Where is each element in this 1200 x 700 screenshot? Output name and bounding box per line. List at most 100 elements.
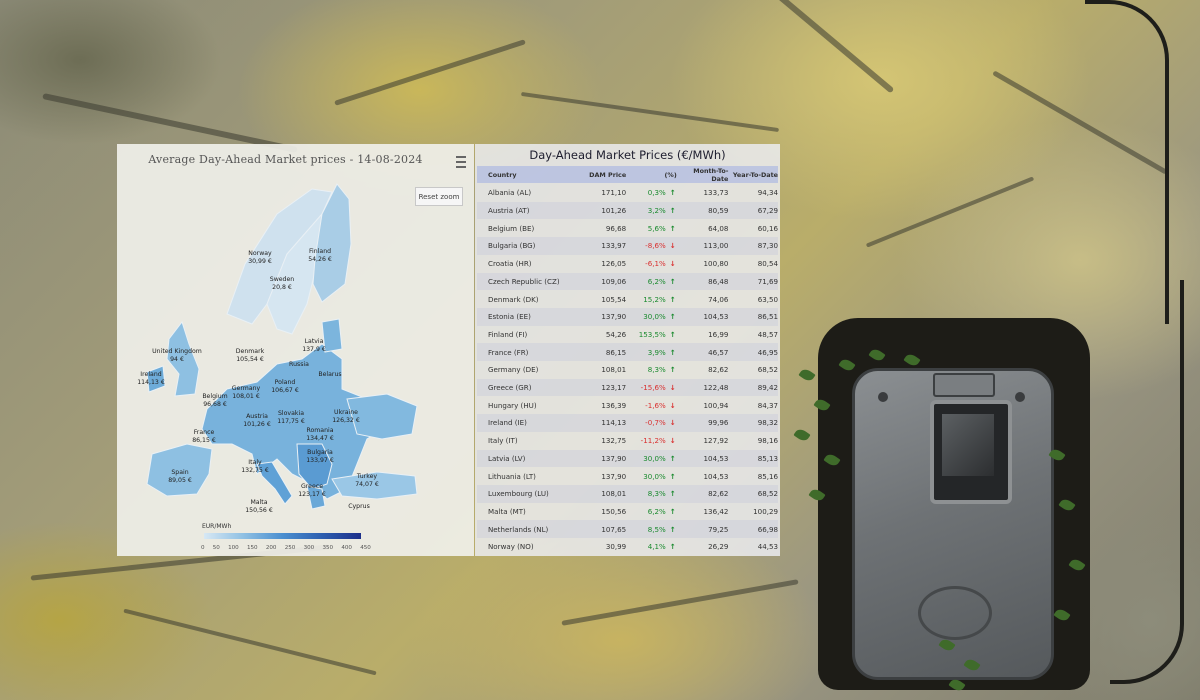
table-row[interactable]: Latvia (LV) 137,90 30,0% ↑ 104,53 85,13 [477,449,778,468]
cell-country: Luxembourg (LU) [488,489,549,499]
table-row[interactable]: Bulgaria (BG) 133,97 -8,6% ↓ 113,00 87,30 [477,237,778,255]
cell-year-to-date: 85,13 [757,453,778,463]
cell-month-to-date: 100,80 [703,259,729,269]
cell-month-to-date: 99,96 [708,418,729,428]
cell-country: Czech Republic (CZ) [488,276,560,286]
header-year-to-date[interactable]: Year-To-Date [728,171,778,179]
percent-value: -0,7% [645,418,666,428]
hamburger-menu-icon[interactable] [456,156,466,168]
arrow-down-icon: ↓ [669,436,676,446]
legend-title: EUR/MWh [202,523,232,530]
price-map-panel: Norway 30,99 € Finland 54,26 € Sweden 20,8 € L… [117,144,474,556]
table-row[interactable]: Malta (MT) 150,56 6,2% ↑ 136,42 100,29 [477,503,778,521]
reset-zoom-button[interactable]: Reset zoom [415,187,463,206]
percent-value: 8,3% [647,365,666,375]
header-country[interactable]: Country [477,171,578,179]
arrow-down-icon: ↓ [669,241,676,251]
map-value-finland: 54,26 € [308,256,332,263]
cell-dam-price: 107,65 [601,524,627,534]
cell-month-to-date: 133,73 [703,188,729,198]
table-row[interactable]: Czech Republic (CZ) 109,06 6,2% ↑ 86,48 71,69 [477,272,778,291]
arrow-up-icon: ↑ [669,542,676,552]
arrow-up-icon: ↑ [669,453,676,463]
cell-dam-price: 133,97 [601,241,627,251]
map-value-belgium: 96,68 € [203,401,227,408]
cell-year-to-date: 94,34 [757,188,778,198]
table-row[interactable]: Ireland (IE) 114,13 -0,7% ↓ 99,96 98,32 [477,414,778,432]
cell-year-to-date: 84,37 [757,400,778,410]
cell-dam-price: 150,56 [601,506,627,516]
cell-percent: 6,2% ↑ [626,277,679,286]
cell-month-to-date: 16,99 [708,329,729,339]
map-value-italy: 132,75 € [241,467,269,474]
map-label-italy: Italy [248,459,262,466]
table-row[interactable]: Denmark (DK) 105,54 15,2% ↑ 74,06 63,50 [477,290,778,308]
table-row[interactable]: Finland (FI) 54,26 153,5% ↑ 16,99 48,57 [477,326,778,344]
cell-dam-price: 105,54 [601,294,627,304]
cell-year-to-date: 98,32 [757,418,778,428]
cell-country: Germany (DE) [488,365,539,375]
percent-value: 30,0% [643,471,666,481]
map-value-bulgaria: 133,97 € [306,457,334,464]
legend-ticks: 0 50 100 150 200 250 300 350 400 450 [201,545,371,551]
table-row[interactable]: Germany (DE) 108,01 8,3% ↑ 82,62 68,52 [477,361,778,379]
table-row[interactable]: Austria (AT) 101,26 3,2% ↑ 80,59 67,29 [477,201,778,220]
table-row[interactable]: Estonia (EE) 137,90 30,0% ↑ 104,53 86,51 [477,307,778,326]
legend-tick: 0 [201,545,205,551]
meter-screw [1015,392,1025,402]
cell-dam-price: 108,01 [601,489,627,499]
table-row[interactable]: Greece (GR) 123,17 -15,6% ↓ 122,48 89,42 [477,378,778,397]
table-row[interactable]: Albania (AL) 171,10 0,3% ↑ 133,73 94,34 [477,184,778,202]
cell-dam-price: 126,05 [601,259,627,269]
map-label-russia: Russia [289,361,309,368]
table-header-row: Country DAM Price (%) Month-To-Date Year… [477,166,778,183]
map-label-belarus: Belarus [318,371,341,378]
cell-country: Albania (AL) [488,188,532,198]
arrow-up-icon: ↑ [669,347,676,357]
map-label-turkey: Turkey [356,473,377,480]
table-title: Day-Ahead Market Prices (€/MWh) [529,148,726,162]
cell-dam-price: 108,01 [601,365,627,375]
cell-country: France (FR) [488,347,529,357]
arrow-down-icon: ↓ [669,383,676,393]
table-row[interactable]: France (FR) 86,15 3,9% ↑ 46,57 46,95 [477,343,778,361]
map-label-cyprus: Cyprus [348,503,370,510]
map-label-finland: Finland [309,248,331,255]
cell-percent: 30,0% ↑ [626,472,679,481]
table-row[interactable]: Hungary (HU) 136,39 -1,6% ↓ 100,94 84,37 [477,396,778,414]
arrow-up-icon: ↑ [669,489,676,499]
cell-year-to-date: 66,98 [757,524,778,534]
header-dam-price[interactable]: DAM Price [578,171,626,179]
cell-dam-price: 137,90 [601,453,627,463]
legend-tick: 150 [246,545,258,551]
percent-value: 3,9% [647,347,666,357]
header-month-to-date[interactable]: Month-To-Date [679,167,728,183]
legend-tick: 300 [303,545,315,551]
table-row[interactable]: Italy (IT) 132,75 -11,2% ↓ 127,92 98,16 [477,432,778,450]
cell-year-to-date: 98,16 [757,436,778,446]
percent-value: 153,5% [638,329,666,339]
arrow-up-icon: ↑ [669,312,676,322]
header-percent[interactable]: (%) [626,171,679,179]
map-label-austria: Austria [246,413,268,420]
table-row[interactable]: Norway (NO) 30,99 4,1% ↑ 26,29 44,53 [477,538,778,556]
map-label-greece: Greece [301,483,323,490]
cell-dam-price: 114,13 [601,418,627,428]
table-row[interactable]: Luxembourg (LU) 108,01 8,3% ↑ 82,62 68,52 [477,484,778,503]
cell-month-to-date: 127,92 [703,436,729,446]
cell-year-to-date: 68,52 [757,489,778,499]
table-row[interactable]: Belgium (BE) 96,68 5,6% ↑ 64,08 60,16 [477,219,778,237]
table-row[interactable]: Lithuania (LT) 137,90 30,0% ↑ 104,53 85,16 [477,467,778,485]
cell-country: Hungary (HU) [488,400,537,410]
percent-value: 5,6% [647,223,666,233]
map-value-turkey: 74,07 € [355,481,379,488]
cell-dam-price: 101,26 [601,206,627,216]
map-value-greece: 123,17 € [298,491,326,498]
legend-tick: 100 [228,545,239,551]
cell-month-to-date: 104,53 [703,453,729,463]
meter-screw [878,392,888,402]
cable [1085,0,1169,324]
table-row[interactable]: Netherlands (NL) 107,65 8,5% ↑ 79,25 66,98 [477,520,778,538]
map-value-germany: 108,01 € [232,393,260,400]
table-row[interactable]: Croatia (HR) 126,05 -6,1% ↓ 100,80 80,54 [477,255,778,273]
